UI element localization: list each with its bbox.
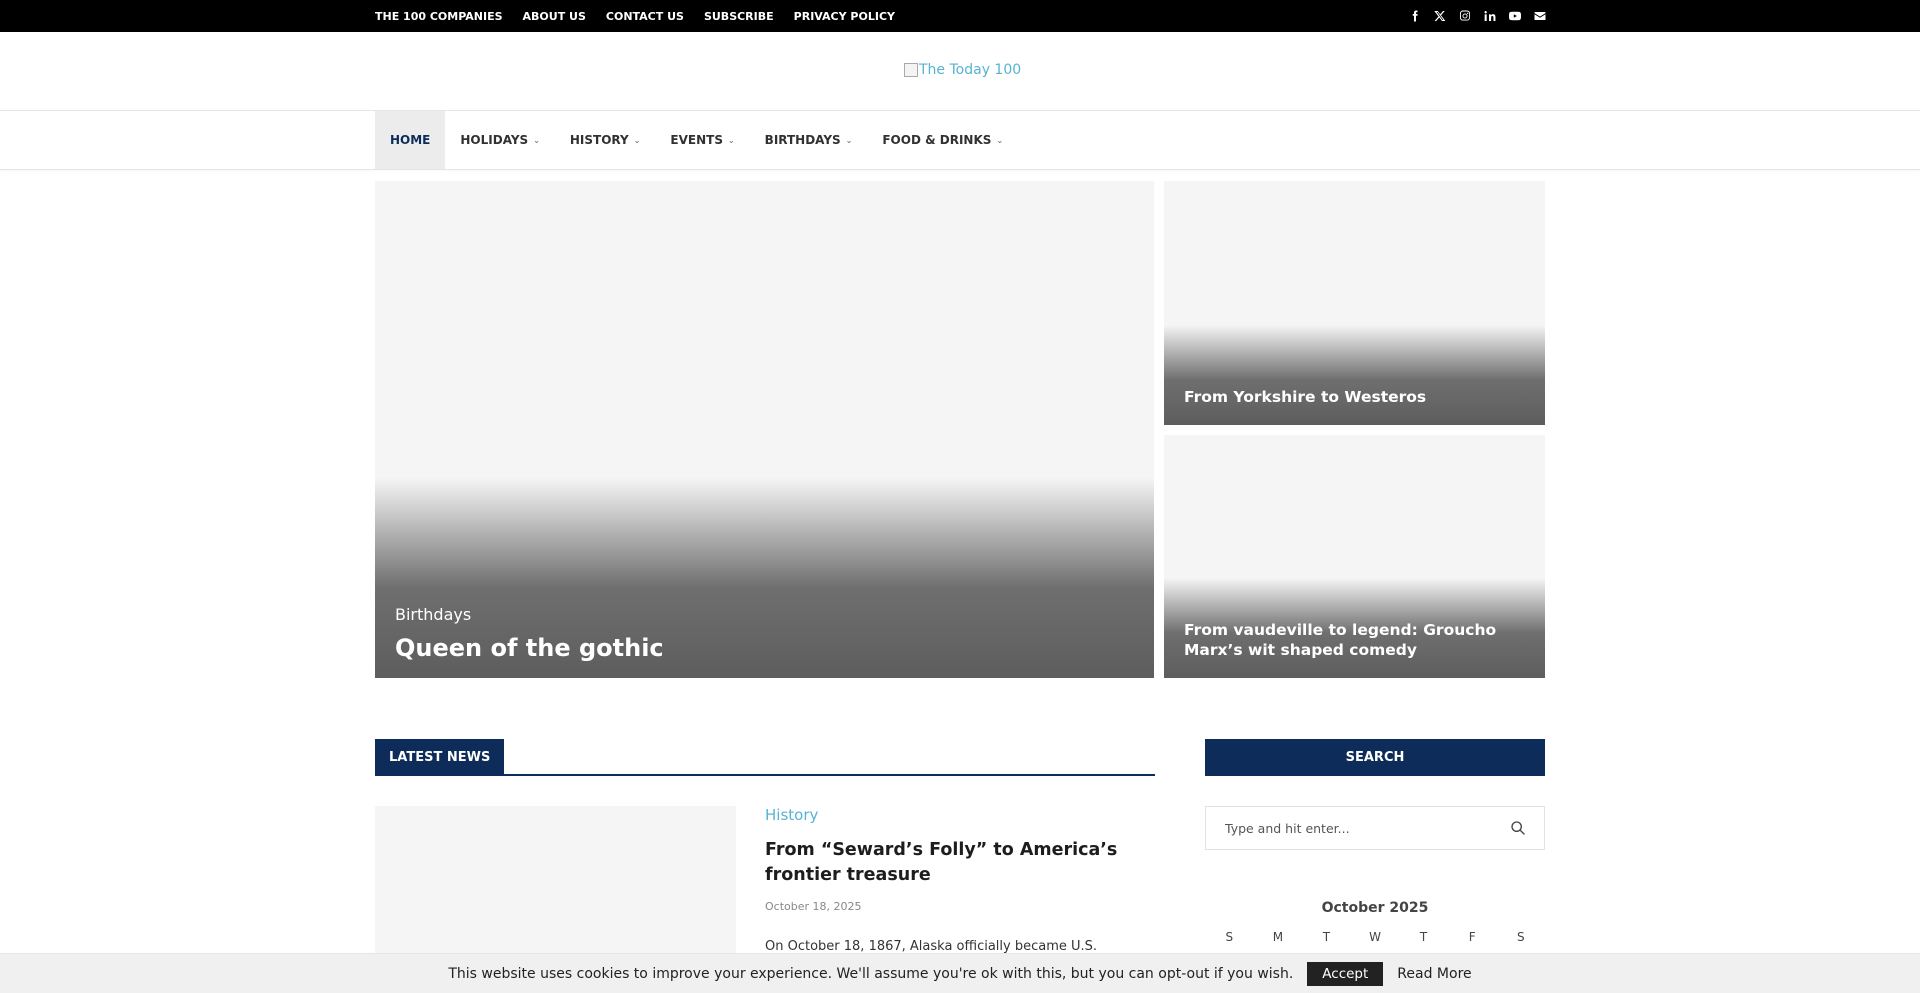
logo-alt-text: The Today 100 [919,62,1022,78]
nav-item-holidays[interactable]: HOLIDAYS ⌄ [445,111,555,169]
cookie-read-more-link[interactable]: Read More [1397,966,1471,982]
nav-item-events[interactable]: EVENTS ⌄ [655,111,749,169]
youtube-icon[interactable] [1508,10,1521,23]
nav-item-history[interactable]: HISTORY ⌄ [555,111,656,169]
nav-label: HOME [390,133,431,147]
chevron-down-icon: ⌄ [633,135,641,145]
nav-label: FOOD & DRINKS [882,133,992,147]
hero-gradient-overlay [1164,325,1545,425]
calendar-weekday: F [1468,930,1476,944]
nav-label: HISTORY [569,133,629,147]
top-menu-privacy[interactable]: PRIVACY POLICY [794,10,895,23]
chevron-down-icon: ⌄ [845,135,853,145]
calendar-weekdays: S M T W T F S [1205,930,1545,944]
top-menu-subscribe[interactable]: SUBSCRIBE [704,10,774,23]
nav-label: EVENTS [670,133,723,147]
site-logo[interactable]: The Today 100 [904,62,1021,78]
top-menu: THE 100 COMPANIES ABOUT US CONTACT US SU… [375,0,895,32]
top-bar: THE 100 COMPANIES ABOUT US CONTACT US SU… [0,0,1920,32]
hero-side-post[interactable]: From vaudeville to legend: Groucho Marx’… [1164,435,1545,678]
nav-item-birthdays[interactable]: BIRTHDAYS ⌄ [750,111,868,169]
calendar-weekday: S [1516,930,1525,944]
instagram-icon[interactable] [1458,10,1471,23]
chevron-down-icon: ⌄ [727,135,735,145]
nav-item-food-drinks[interactable]: FOOD & DRINKS ⌄ [867,111,1018,169]
top-menu-companies[interactable]: THE 100 COMPANIES [375,10,503,23]
broken-image-icon [904,63,918,77]
chevron-down-icon: ⌄ [996,135,1004,145]
header-logo-area: The Today 100 [0,32,1920,111]
latest-news-header: LATEST NEWS [375,739,1155,776]
cookie-accept-button[interactable]: Accept [1307,961,1384,986]
x-twitter-icon[interactable] [1433,10,1446,23]
nav-label: HOLIDAYS [460,133,529,147]
cookie-notice: This website uses cookies to improve you… [0,953,1920,993]
search-icon[interactable] [1510,820,1526,836]
calendar-month: October 2025 [1321,900,1429,916]
hero-category[interactable]: Birthdays [395,605,471,624]
hero-title[interactable]: Queen of the gothic [395,634,664,662]
top-menu-about[interactable]: ABOUT US [523,10,586,23]
search-form [1205,806,1545,850]
facebook-icon[interactable] [1408,10,1421,23]
hero-featured-post[interactable]: Birthdays Queen of the gothic [375,181,1154,678]
calendar-weekday: T [1322,930,1331,944]
calendar-weekday: W [1369,930,1381,944]
cookie-text: This website uses cookies to improve you… [448,965,1294,982]
calendar-weekday: S [1225,930,1234,944]
search-input[interactable] [1206,807,1506,849]
hero-side-title[interactable]: From Yorkshire to Westeros [1184,387,1525,407]
chevron-down-icon: ⌄ [533,135,540,145]
email-icon[interactable] [1533,10,1546,23]
post-date: October 18, 2025 [765,900,862,913]
main-nav: HOME HOLIDAYS ⌄ HISTORY ⌄ EVENTS ⌄ BIRTHDAY… [0,111,1920,170]
linkedin-icon[interactable] [1483,10,1496,23]
calendar-weekday: M [1272,930,1284,944]
top-menu-contact[interactable]: CONTACT US [606,10,684,23]
hero-side-post[interactable]: From Yorkshire to Westeros [1164,181,1545,425]
search-widget-title: SEARCH [1205,739,1545,776]
post-category[interactable]: History [765,806,818,824]
social-links [1408,0,1546,32]
hero-side-title[interactable]: From vaudeville to legend: Groucho Marx’… [1184,620,1525,660]
nav-label: BIRTHDAYS [764,133,841,147]
calendar-weekday: T [1419,930,1428,944]
latest-news-title: LATEST NEWS [375,739,505,776]
nav-item-home[interactable]: HOME [375,111,446,169]
post-title[interactable]: From “Seward’s Folly” to America’s front… [765,838,1155,888]
